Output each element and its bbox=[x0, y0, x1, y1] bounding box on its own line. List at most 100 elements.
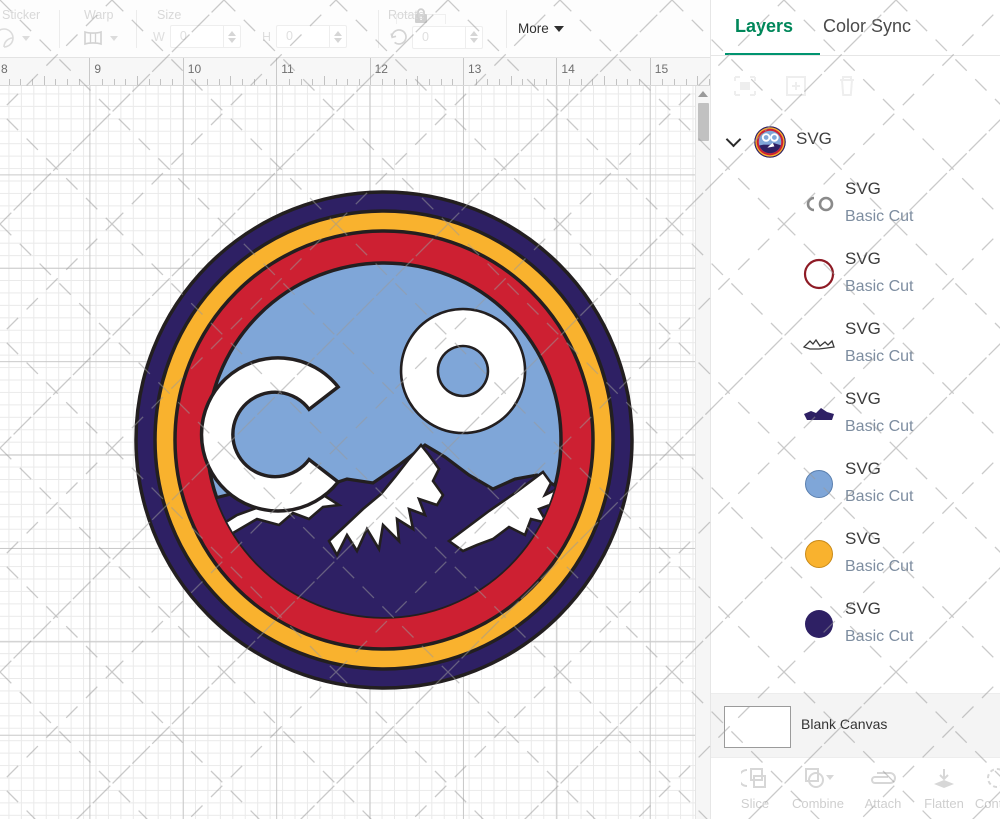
ruler-tick bbox=[242, 79, 244, 85]
more-label: More bbox=[518, 21, 549, 36]
toolbar-divider bbox=[136, 10, 137, 48]
flatten-label: Flatten bbox=[924, 796, 964, 811]
colorado-logo-artwork[interactable] bbox=[133, 189, 635, 691]
delete-icon[interactable] bbox=[830, 70, 864, 102]
layer-subtitle: Basic Cut bbox=[845, 278, 914, 295]
layer-row[interactable]: SVG Basic Cut bbox=[711, 309, 1000, 379]
co-letters-thumb-icon bbox=[801, 186, 837, 222]
group-thumbnail bbox=[754, 126, 786, 158]
ruler-label: 14 bbox=[561, 62, 575, 76]
rotate-icon bbox=[386, 25, 412, 49]
rotate-stepper[interactable] bbox=[465, 26, 482, 48]
ruler-label: 11 bbox=[281, 62, 294, 76]
toolbar-divider bbox=[59, 10, 60, 48]
ruler-tick bbox=[207, 79, 209, 85]
layers-list[interactable]: SVG SVG Basic Cut SVG Basic Cut SVG Basi… bbox=[711, 116, 1000, 693]
chevron-down-icon[interactable] bbox=[725, 131, 742, 148]
width-field-wrap[interactable]: W 0 bbox=[153, 25, 241, 48]
warp-caret-icon[interactable] bbox=[110, 35, 118, 41]
layer-row[interactable]: SVG Basic Cut bbox=[711, 519, 1000, 589]
ruler-tick bbox=[55, 79, 57, 85]
ruler-tick bbox=[288, 79, 290, 85]
ruler-tick bbox=[534, 79, 536, 85]
sticker-caret-icon[interactable] bbox=[22, 35, 30, 41]
width-stepper[interactable] bbox=[222, 26, 240, 47]
attach-label: Attach bbox=[864, 796, 902, 811]
layer-row[interactable]: SVG Basic Cut bbox=[711, 239, 1000, 309]
blank-canvas-thumb bbox=[724, 706, 791, 748]
layer-title: SVG bbox=[845, 529, 881, 548]
height-stepper[interactable] bbox=[329, 26, 346, 47]
slice-button[interactable]: Slice bbox=[727, 764, 783, 816]
ruler-label: 9 bbox=[94, 62, 102, 76]
layer-title: SVG bbox=[845, 459, 881, 478]
warp-tool[interactable]: Warp bbox=[70, 0, 150, 57]
layer-row[interactable]: SVG Basic Cut bbox=[711, 169, 1000, 239]
contour-button[interactable]: Contour bbox=[973, 764, 1000, 816]
ruler-label: 8 bbox=[1, 62, 8, 76]
more-button[interactable]: More bbox=[518, 21, 564, 36]
layer-row[interactable]: SVG Basic Cut bbox=[711, 589, 1000, 659]
ruler-tick bbox=[358, 79, 360, 85]
horizontal-ruler[interactable]: 8 9 10 11 12 13 14 15 bbox=[0, 58, 710, 86]
ruler-tick bbox=[697, 76, 699, 85]
combine-button[interactable]: Combine bbox=[783, 764, 853, 816]
ruler-tick bbox=[580, 79, 582, 85]
ruler-unit: 9 bbox=[89, 58, 182, 85]
ruler-tick bbox=[487, 79, 489, 85]
tab-layers[interactable]: Layers bbox=[735, 16, 793, 37]
height-field-wrap[interactable]: H 0 bbox=[262, 25, 348, 48]
panel-tabs: Layers Color Sync bbox=[711, 0, 1000, 57]
layer-title: SVG bbox=[845, 249, 881, 268]
tab-color-sync[interactable]: Color Sync bbox=[823, 16, 911, 37]
red-ring-thumb-icon bbox=[801, 256, 837, 292]
duplicate-icon[interactable] bbox=[779, 70, 813, 102]
group-icon[interactable] bbox=[728, 70, 762, 102]
flatten-button[interactable]: Flatten bbox=[913, 764, 975, 816]
gold-circle-thumb-icon bbox=[801, 536, 837, 572]
ruler-tick bbox=[20, 79, 22, 85]
ruler-unit: 12 bbox=[369, 58, 463, 85]
layer-subtitle: Basic Cut bbox=[845, 558, 914, 575]
ruler-unit: 10 bbox=[182, 58, 276, 85]
contour-icon bbox=[984, 764, 1000, 792]
ruler-tick bbox=[137, 76, 139, 85]
sticker-icon bbox=[0, 26, 18, 50]
width-input[interactable]: 0 bbox=[169, 25, 241, 48]
contour-label: Contour bbox=[974, 796, 1000, 811]
rotate-input[interactable]: 0 bbox=[412, 25, 483, 49]
layer-row[interactable]: SVG Basic Cut bbox=[711, 449, 1000, 519]
scroll-up-arrow-icon[interactable] bbox=[696, 86, 710, 102]
height-input[interactable]: 0 bbox=[276, 25, 348, 48]
layer-title: SVG bbox=[845, 599, 881, 618]
blank-canvas-row[interactable]: Blank Canvas bbox=[711, 693, 1000, 757]
ruler-tick bbox=[113, 79, 115, 85]
ruler-tick bbox=[78, 79, 80, 85]
ruler-tick bbox=[312, 79, 314, 85]
bottom-toolbar: Slice Combine Attach Flatten Con bbox=[711, 757, 1000, 819]
ruler-tick bbox=[440, 79, 442, 85]
ruler-tick bbox=[253, 79, 255, 85]
snowcaps-thumb-icon bbox=[801, 326, 837, 362]
ruler-unit: 11 bbox=[276, 58, 369, 85]
canvas-vertical-scrollbar[interactable] bbox=[695, 86, 710, 819]
ruler-tick bbox=[160, 79, 162, 85]
attach-button[interactable]: Attach bbox=[853, 764, 913, 816]
layer-group-row[interactable]: SVG bbox=[711, 116, 1000, 169]
ruler-tick bbox=[102, 79, 104, 85]
navy-circle-thumb-icon bbox=[801, 606, 837, 642]
ruler-label: 13 bbox=[468, 62, 482, 76]
blank-canvas-label: Blank Canvas bbox=[801, 716, 888, 732]
navy-mountain-thumb-icon bbox=[801, 396, 837, 432]
layer-row[interactable]: SVG Basic Cut bbox=[711, 379, 1000, 449]
ruler-unit: 15 bbox=[649, 58, 710, 85]
warp-label: Warp bbox=[84, 8, 114, 22]
ruler-tick bbox=[347, 79, 349, 85]
size-controls: Size W 0 H 0 bbox=[148, 0, 446, 57]
ruler-tick bbox=[230, 76, 232, 85]
rotate-value: 0 bbox=[422, 29, 429, 44]
rotate-label: Rotate bbox=[388, 8, 425, 22]
design-canvas[interactable] bbox=[0, 86, 710, 819]
toolbar-divider bbox=[378, 10, 379, 48]
scrollbar-thumb[interactable] bbox=[698, 103, 709, 141]
